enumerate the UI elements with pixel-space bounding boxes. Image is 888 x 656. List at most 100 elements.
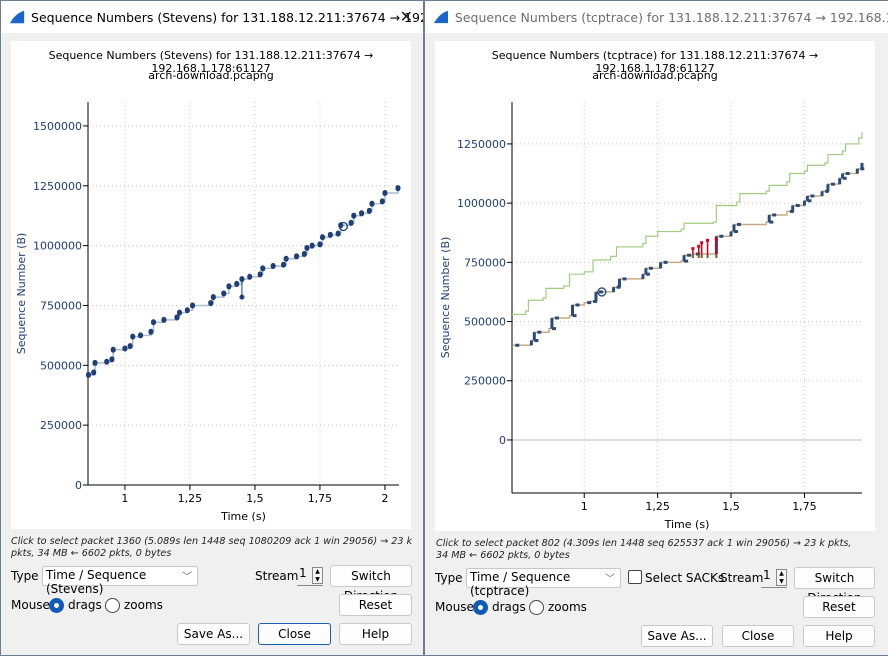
dup-ack-mark [700,254,703,259]
mouse-label: Mouse [11,598,50,612]
sack-cap [706,238,710,242]
x-axis-label: Time (s) [664,518,710,531]
type-value: Time / Sequence (Stevens) [46,568,147,596]
segment-mark [91,369,97,376]
x-tick-label: 1,25 [645,500,670,513]
status-text: Click to select packet 1360 (5.089s len … [11,536,413,559]
y-tick-label: 750000 [464,256,506,269]
segment-mark [148,328,154,335]
y-tick-label: 500000 [40,359,82,372]
segment-mark [270,262,276,269]
reset-button[interactable]: Reset [803,596,875,618]
spin-arrows-icon[interactable]: ▲ ▼ [776,569,787,586]
close-button[interactable]: Close [722,625,794,647]
segment-mark [86,371,92,378]
sequence-plot[interactable]: 0 250000 500000 750000 1000000 1250000 1500000… [11,41,411,529]
switch-direction-button[interactable]: Switch Direction [794,567,875,605]
y-tick-label: 1000000 [33,240,82,253]
stream-value: 1 [763,568,771,582]
segment-mark [234,280,240,287]
segment-mark [366,207,372,214]
wireshark-fin-icon [433,10,449,24]
close-icon[interactable]: ✕ [400,7,413,26]
segment-mark [283,255,289,262]
select-sacks-label: Select SACKs [645,571,725,585]
y-tick-label: 750000 [40,299,82,312]
switch-direction-button[interactable]: Switch Direction [330,565,412,603]
segment-mark [309,242,315,249]
sequence-plot[interactable]: 0 250000 500000 750000 1000000 1250000 1 1,25 1,… [435,41,875,531]
spin-arrows-icon[interactable]: ▲ ▼ [312,567,323,584]
segment-mark [294,253,300,260]
segment-mark [317,241,323,248]
reset-button[interactable]: Reset [339,594,412,616]
segment-mark [351,212,357,219]
segment-mark [104,358,110,365]
stream-spinbox[interactable]: 1 ▲ ▼ [297,566,323,586]
dup-ack-mark [697,254,700,259]
y-tick-label: 250000 [40,419,82,432]
y-tick-label: 1500000 [33,120,82,133]
dup-ack-mark [691,254,694,259]
chart-area[interactable]: Sequence Numbers (tcptrace) for 131.188.… [435,41,875,531]
status-text: Click to select packet 802 (4.309s len 1… [436,538,852,561]
type-label: Type [435,571,463,585]
type-select[interactable]: Time / Sequence (Stevens) ﹀ [42,566,198,596]
segment-mark [190,302,196,309]
segment-mark [92,359,98,366]
x-tick-label: 1 [581,500,588,513]
stream-label: Stream [720,571,764,585]
y-tick-label: 1250000 [33,180,82,193]
segment-mark [138,332,144,339]
segment-mark [210,294,216,301]
outlier-point [239,294,245,300]
segment-mark [161,316,167,323]
x-tick-label: 1,75 [792,500,817,513]
stream-value: 1 [299,566,307,580]
segment-mark [301,251,307,258]
y-tick-label: 0 [499,434,506,447]
segment-mark [221,290,227,297]
type-value: Time / Sequence (tcptrace) [470,570,571,598]
type-select[interactable]: Time / Sequence (tcptrace) ﹀ [466,568,621,598]
title-bar: Sequence Numbers (tcptrace) for 131.188.… [425,1,888,33]
y-tick-label: 0 [75,479,82,492]
receive-window-line [512,132,863,316]
save-as-button[interactable]: Save As... [177,623,250,645]
help-button[interactable]: Help [803,625,875,647]
zooms-label: zooms [124,598,163,612]
x-axis-label: Time (s) [220,510,266,523]
stream-spinbox[interactable]: 1 ▲ ▼ [761,568,787,588]
segment-mark [382,189,388,196]
segment-mark [130,333,136,340]
chart-area[interactable]: Sequence Numbers (Stevens) for 131.188.1… [11,41,411,529]
close-button[interactable]: Close [258,623,331,645]
type-label: Type [11,569,39,583]
save-as-button[interactable]: Save As... [641,625,713,647]
drags-radio[interactable] [49,598,64,613]
zooms-radio[interactable] [529,600,544,615]
y-axis-label: Sequence Number (B) [15,233,28,355]
x-tick-label: 1,5 [722,500,740,513]
x-tick-label: 1,75 [308,492,333,505]
wireshark-fin-icon [9,10,25,24]
x-tick-label: 1,25 [178,492,203,505]
chevron-down-icon: ﹀ [182,572,192,583]
zooms-radio[interactable] [105,598,120,613]
segment-mark [281,261,287,268]
drags-radio[interactable] [473,600,488,615]
stevens-graph-window: Sequence Numbers (Stevens) for 131.188.1… [0,0,424,656]
segment-mark [304,245,310,252]
segment-mark [208,300,214,307]
segment-mark [320,234,326,241]
segment-mark [177,309,183,316]
chevron-down-icon: ﹀ [605,574,615,585]
stream-label: Stream [255,569,299,583]
segment-mark [379,198,385,205]
y-axis-label: Sequence Number (B) [439,237,452,359]
y-tick-label: 1000000 [457,197,506,210]
mouse-label: Mouse [435,600,474,614]
sack-cap [691,247,695,251]
help-button[interactable]: Help [339,623,412,645]
select-sacks-checkbox[interactable] [628,570,642,584]
